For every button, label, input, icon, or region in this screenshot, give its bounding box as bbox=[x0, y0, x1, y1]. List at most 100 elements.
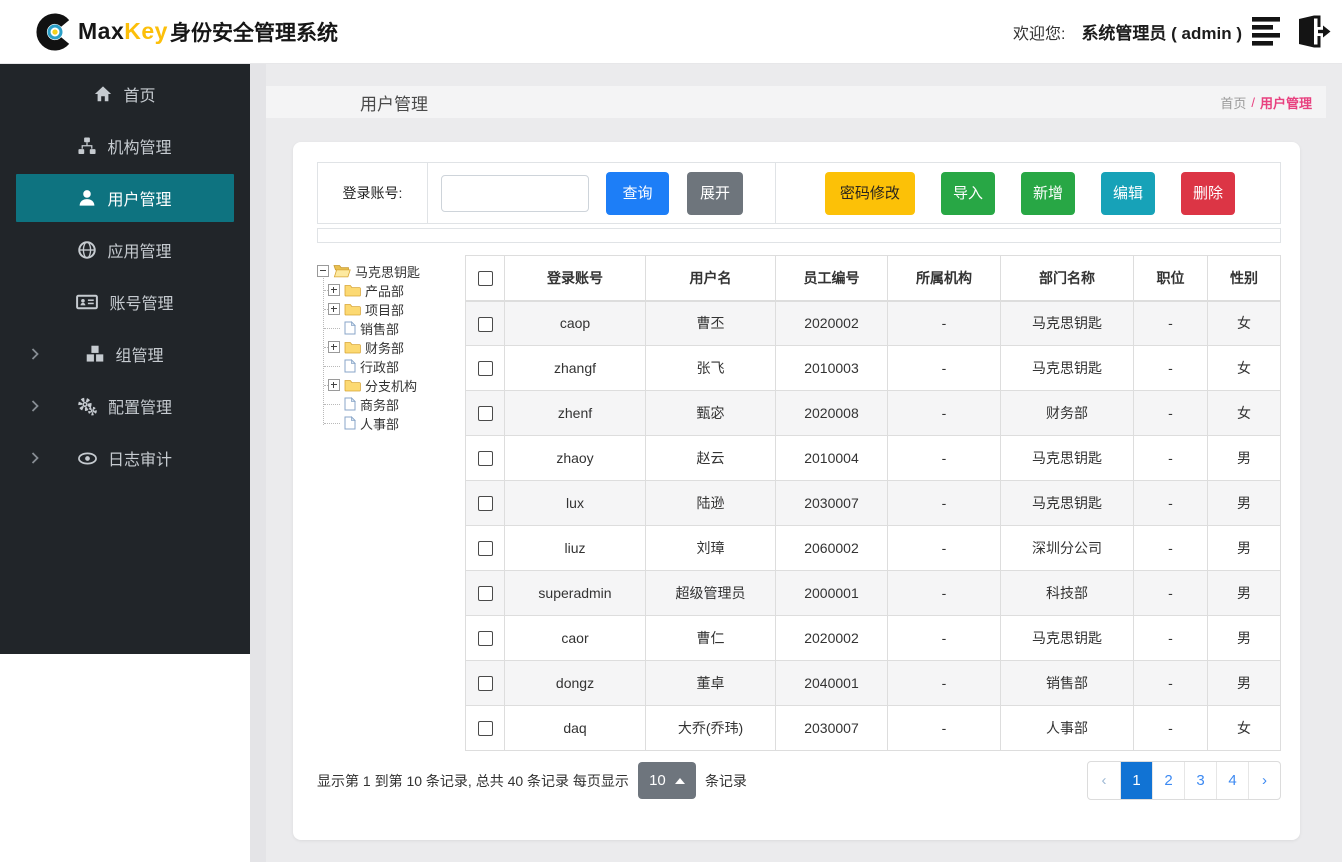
expand-button[interactable]: 展开 bbox=[687, 171, 743, 215]
sidebar-item-config[interactable]: 配置管理 bbox=[16, 382, 234, 430]
select-all-checkbox[interactable] bbox=[477, 271, 493, 287]
cell-login: dongz bbox=[504, 660, 646, 706]
tree-node[interactable]: 行政部 bbox=[317, 357, 465, 375]
column-header-name[interactable]: 用户名 bbox=[645, 255, 776, 302]
table-row[interactable]: zhangf 张飞 2010003 - 马克思钥匙 - 女 bbox=[465, 345, 1281, 391]
table-row[interactable]: daq 大乔(乔玮) 2030007 - 人事部 - 女 bbox=[465, 705, 1281, 751]
cell-dept: 科技部 bbox=[1000, 570, 1134, 616]
eye-icon bbox=[78, 452, 97, 464]
row-checkbox[interactable] bbox=[477, 631, 493, 647]
table-row[interactable]: liuz 刘璋 2060002 - 深圳分公司 - 男 bbox=[465, 525, 1281, 571]
menu-icon[interactable] bbox=[1252, 17, 1284, 46]
column-header-gender[interactable]: 性别 bbox=[1207, 255, 1281, 302]
query-button[interactable]: 查询 bbox=[606, 171, 669, 215]
table-row[interactable]: caor 曹仁 2020002 - 马克思钥匙 - 男 bbox=[465, 615, 1281, 661]
edit-button[interactable]: 编辑 bbox=[1100, 171, 1155, 215]
tree-node-label[interactable]: 马克思钥匙 bbox=[355, 262, 420, 281]
tree-expand-toggle[interactable] bbox=[328, 303, 340, 315]
tree-collapse-toggle[interactable] bbox=[317, 265, 329, 277]
tree-node-label[interactable]: 财务部 bbox=[365, 338, 404, 357]
page-size-value: 10 bbox=[649, 772, 666, 789]
column-header-position[interactable]: 职位 bbox=[1133, 255, 1208, 302]
sidebar-footer-area bbox=[0, 654, 250, 862]
tree-node[interactable]: 产品部 bbox=[317, 281, 465, 299]
tree-node[interactable]: 项目部 bbox=[317, 300, 465, 318]
page-button-2[interactable]: 2 bbox=[1152, 762, 1184, 799]
tree-node-label[interactable]: 分支机构 bbox=[365, 376, 417, 395]
column-header-empno[interactable]: 员工编号 bbox=[775, 255, 888, 302]
tree-node[interactable]: 人事部 bbox=[317, 414, 465, 432]
tree-expand-toggle[interactable] bbox=[328, 379, 340, 391]
tree-node-label[interactable]: 商务部 bbox=[360, 395, 399, 414]
change-password-button[interactable]: 密码修改 bbox=[824, 171, 915, 215]
table-row[interactable]: superadmin 超级管理员 2000001 - 科技部 - 男 bbox=[465, 570, 1281, 616]
cell-name: 大乔(乔玮) bbox=[645, 705, 776, 751]
sidebar-item-apps[interactable]: 应用管理 bbox=[16, 226, 234, 274]
table-row[interactable]: zhenf 甄宓 2020008 - 财务部 - 女 bbox=[465, 390, 1281, 436]
tree-node-label[interactable]: 人事部 bbox=[360, 414, 399, 433]
cell-gender: 女 bbox=[1207, 300, 1281, 346]
brand-max: Max bbox=[78, 18, 125, 44]
sidebar-item-users[interactable]: 用户管理 bbox=[16, 174, 234, 222]
row-checkbox[interactable] bbox=[477, 721, 493, 737]
cell-gender: 女 bbox=[1207, 345, 1281, 391]
sidebar-item-audit[interactable]: 日志审计 bbox=[16, 434, 234, 482]
globe-icon bbox=[78, 241, 97, 259]
cell-empno: 2010003 bbox=[775, 345, 888, 391]
column-header-login[interactable]: 登录账号 bbox=[504, 255, 646, 302]
tree-expand-toggle[interactable] bbox=[328, 341, 340, 353]
logout-icon[interactable] bbox=[1294, 15, 1332, 48]
sidebar-item-groups[interactable]: 组管理 bbox=[16, 330, 234, 378]
row-checkbox[interactable] bbox=[477, 451, 493, 467]
sidebar-item-home[interactable]: 首页 bbox=[16, 70, 234, 118]
file-icon bbox=[344, 416, 356, 430]
search-toolbar: 登录账号: 查询 展开 密码修改 导入 新增 编辑 删除 bbox=[317, 162, 1281, 224]
table-row[interactable]: lux 陆逊 2030007 - 马克思钥匙 - 男 bbox=[465, 480, 1281, 526]
sidebar-item-accounts[interactable]: 账号管理 bbox=[16, 278, 234, 326]
tree-node[interactable]: 分支机构 bbox=[317, 376, 465, 394]
file-icon bbox=[344, 397, 356, 411]
row-checkbox[interactable] bbox=[477, 676, 493, 692]
row-checkbox[interactable] bbox=[477, 496, 493, 512]
next-page-button[interactable]: › bbox=[1248, 762, 1280, 799]
login-account-input[interactable] bbox=[441, 174, 589, 212]
tree-node-label[interactable]: 销售部 bbox=[360, 319, 399, 338]
tree-node[interactable]: 销售部 bbox=[317, 319, 465, 337]
column-header-dept[interactable]: 部门名称 bbox=[1000, 255, 1134, 302]
table-row[interactable]: zhaoy 赵云 2010004 - 马克思钥匙 - 男 bbox=[465, 435, 1281, 481]
cell-name: 曹丕 bbox=[645, 300, 776, 346]
tree-node-label[interactable]: 项目部 bbox=[365, 300, 404, 319]
prev-page-button[interactable]: ‹ bbox=[1088, 762, 1120, 799]
row-checkbox[interactable] bbox=[477, 316, 493, 332]
pager: ‹ 1 2 3 4 › bbox=[1087, 761, 1281, 800]
page-button-3[interactable]: 3 bbox=[1184, 762, 1216, 799]
row-checkbox[interactable] bbox=[477, 406, 493, 422]
cell-login: daq bbox=[504, 705, 646, 751]
table-row[interactable]: dongz 董卓 2040001 - 销售部 - 男 bbox=[465, 660, 1281, 706]
tree-node[interactable]: 商务部 bbox=[317, 395, 465, 413]
tree-node-label[interactable]: 产品部 bbox=[365, 281, 404, 300]
cell-dept: 马克思钥匙 bbox=[1000, 615, 1134, 661]
add-button[interactable]: 新增 bbox=[1020, 171, 1075, 215]
row-checkbox[interactable] bbox=[477, 541, 493, 557]
sidebar-item-org[interactable]: 机构管理 bbox=[16, 122, 234, 170]
tree-expand-toggle[interactable] bbox=[328, 284, 340, 296]
topbar: Max Key 身份安全管理系统 欢迎您: 系统管理员 ( admin ) bbox=[0, 0, 1342, 64]
search-input-zone: 查询 展开 bbox=[428, 163, 776, 223]
import-button[interactable]: 导入 bbox=[940, 171, 995, 215]
table-row[interactable]: caop 曹丕 2020002 - 马克思钥匙 - 女 bbox=[465, 300, 1281, 346]
page-size-dropdown[interactable]: 10 bbox=[637, 762, 696, 799]
breadcrumb-home-link[interactable]: 首页 bbox=[1220, 93, 1246, 112]
tree-node-label[interactable]: 行政部 bbox=[360, 357, 399, 376]
tree-node[interactable]: 财务部 bbox=[317, 338, 465, 356]
page-button-4[interactable]: 4 bbox=[1216, 762, 1248, 799]
row-checkbox[interactable] bbox=[477, 361, 493, 377]
gears-icon bbox=[78, 397, 97, 415]
tree-node-root[interactable]: 马克思钥匙 bbox=[317, 262, 465, 280]
row-checkbox[interactable] bbox=[477, 586, 493, 602]
cell-name: 甄宓 bbox=[645, 390, 776, 436]
maxkey-logo-icon bbox=[36, 13, 70, 50]
page-button-1[interactable]: 1 bbox=[1120, 762, 1152, 799]
column-header-org[interactable]: 所属机构 bbox=[887, 255, 1001, 302]
delete-button[interactable]: 删除 bbox=[1180, 171, 1235, 215]
